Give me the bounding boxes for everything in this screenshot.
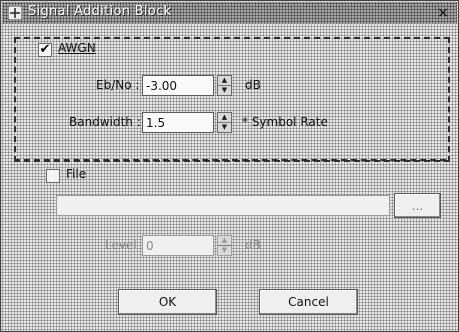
level-spinner[interactable]: ▲ ▼ — [217, 235, 232, 256]
arrow-up-icon[interactable]: ▲ — [218, 236, 231, 246]
ebno-spinner[interactable]: ▲ ▼ — [217, 75, 232, 96]
arrow-up-icon[interactable]: ▲ — [218, 113, 231, 123]
level-label: Level : — [105, 238, 145, 252]
checkmark-icon: ✔ — [39, 42, 51, 57]
window-icon — [8, 6, 22, 20]
level-unit: dB — [245, 238, 261, 252]
ebno-input[interactable]: -3.00 — [142, 75, 214, 96]
awgn-checkbox-label[interactable]: AWGN — [58, 41, 96, 55]
awgn-checkbox[interactable]: ✔ — [38, 43, 52, 57]
level-input[interactable]: 0 — [142, 235, 214, 256]
awgn-group — [14, 37, 450, 162]
browse-button[interactable]: ... — [394, 193, 441, 218]
arrow-down-icon[interactable]: ▼ — [218, 123, 231, 132]
bandwidth-input[interactable]: 1.5 — [142, 112, 214, 133]
window-title: Signal Addition Block — [28, 4, 172, 19]
dialog-window: Signal Addition Block × ✔ AWGN Eb/No : -… — [0, 0, 459, 332]
arrow-down-icon[interactable]: ▼ — [218, 86, 231, 95]
arrow-down-icon[interactable]: ▼ — [218, 246, 231, 255]
file-group-divider — [14, 159, 446, 161]
title-bar[interactable]: Signal Addition Block × — [2, 2, 457, 24]
arrow-up-icon[interactable]: ▲ — [218, 76, 231, 86]
cancel-button[interactable]: Cancel — [259, 289, 358, 315]
bandwidth-spinner[interactable]: ▲ ▼ — [217, 112, 232, 133]
file-checkbox-label[interactable]: File — [66, 167, 86, 181]
bandwidth-unit: * Symbol Rate — [242, 115, 328, 129]
file-checkbox[interactable] — [46, 169, 60, 183]
ok-button[interactable]: OK — [118, 289, 217, 315]
close-icon[interactable]: × — [435, 5, 451, 21]
ebno-unit: dB — [245, 78, 261, 92]
ebno-label: Eb/No : — [96, 78, 140, 92]
file-path-input[interactable] — [56, 195, 390, 216]
bandwidth-label: Bandwidth : — [69, 115, 141, 129]
